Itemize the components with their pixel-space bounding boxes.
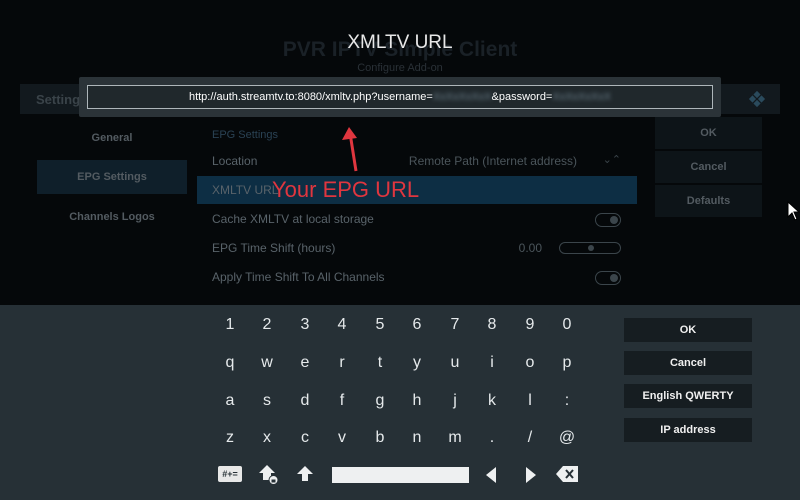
key-h[interactable]: h <box>398 392 436 410</box>
settings-defaults-button[interactable]: Defaults <box>655 185 762 217</box>
key-k[interactable]: k <box>473 392 511 410</box>
key-v[interactable]: v <box>323 429 361 447</box>
key-2[interactable]: 2 <box>248 316 286 334</box>
key-o[interactable]: o <box>511 354 549 372</box>
url-prefix: http://auth.streamtv.to:8080/xmltv.php?u… <box>188 91 433 103</box>
key-q[interactable]: q <box>211 354 249 372</box>
key-a[interactable]: a <box>211 392 249 410</box>
url-bar: http://auth.streamtv.to:8080/xmltv.php?u… <box>79 77 721 117</box>
dialog-title: XMLTV URL <box>347 32 453 53</box>
sidebar-item-epg-settings[interactable]: EPG Settings <box>37 160 187 194</box>
key-5[interactable]: 5 <box>361 316 399 334</box>
setting-row-cache-xmltv[interactable]: Cache XMLTV at local storage <box>197 205 637 233</box>
setting-label: Location <box>212 154 258 168</box>
key-x[interactable]: x <box>248 429 286 447</box>
setting-label: EPG Time Shift (hours) <box>212 241 336 255</box>
key-w[interactable]: w <box>248 354 286 372</box>
settings-cancel-button[interactable]: Cancel <box>655 151 762 183</box>
key-period[interactable]: . <box>473 429 511 447</box>
setting-label: Cache XMLTV at local storage <box>212 212 374 226</box>
annotation-arrow-icon <box>342 127 358 172</box>
key-d[interactable]: d <box>286 392 324 410</box>
sidebar-item-channels-logos[interactable]: Channels Logos <box>37 200 187 234</box>
setting-label: XMLTV URL <box>212 183 279 197</box>
key-z[interactable]: z <box>211 429 249 447</box>
key-e[interactable]: e <box>286 354 324 372</box>
setting-value: 0.00 <box>518 241 542 255</box>
key-4[interactable]: 4 <box>323 316 361 334</box>
key-3[interactable]: 3 <box>286 316 324 334</box>
right-arrow-icon[interactable] <box>525 467 537 483</box>
shift-icon[interactable] <box>296 465 314 483</box>
toggle-switch[interactable] <box>595 213 621 227</box>
key-b[interactable]: b <box>361 429 399 447</box>
caps-lock-icon[interactable] <box>258 464 280 486</box>
key-j[interactable]: j <box>436 392 474 410</box>
setting-value: Remote Path (Internet address) <box>408 154 577 168</box>
key-l[interactable]: l <box>511 392 549 410</box>
key-n[interactable]: n <box>398 429 436 447</box>
mouse-cursor-icon <box>787 201 800 221</box>
key-slash[interactable]: / <box>511 429 549 447</box>
key-i[interactable]: i <box>473 354 511 372</box>
space-key[interactable] <box>332 467 469 483</box>
key-c[interactable]: c <box>286 429 324 447</box>
section-label: EPG Settings <box>212 129 279 141</box>
key-at[interactable]: @ <box>548 429 586 447</box>
left-arrow-icon[interactable] <box>485 467 497 483</box>
key-6[interactable]: 6 <box>398 316 436 334</box>
key-0[interactable]: 0 <box>548 316 586 334</box>
key-f[interactable]: f <box>323 392 361 410</box>
time-shift-slider[interactable] <box>559 242 621 254</box>
settings-ok-button[interactable]: OK <box>655 117 762 149</box>
key-t[interactable]: t <box>361 354 399 372</box>
setting-label: Apply Time Shift To All Channels <box>212 270 385 284</box>
key-8[interactable]: 8 <box>473 316 511 334</box>
url-password-redacted: XxXxXxXxX <box>552 91 612 103</box>
key-7[interactable]: 7 <box>436 316 474 334</box>
kodi-logo-icon <box>748 90 766 108</box>
addon-subtitle: Configure Add-on <box>357 62 443 74</box>
setting-row-apply-time-shift[interactable]: Apply Time Shift To All Channels <box>197 263 637 291</box>
toggle-switch[interactable] <box>595 271 621 285</box>
backspace-icon[interactable] <box>556 466 578 482</box>
keyboard-cancel-button[interactable]: Cancel <box>624 351 752 375</box>
key-r[interactable]: r <box>323 354 361 372</box>
key-s[interactable]: s <box>248 392 286 410</box>
key-y[interactable]: y <box>398 354 436 372</box>
key-g[interactable]: g <box>361 392 399 410</box>
url-middle: &password= <box>491 91 553 103</box>
url-input[interactable]: http://auth.streamtv.to:8080/xmltv.php?u… <box>87 85 713 109</box>
key-colon[interactable]: : <box>548 392 586 410</box>
url-username-redacted: XxXxXxXxX <box>432 91 492 103</box>
annotation-label: Your EPG URL <box>272 177 420 202</box>
key-9[interactable]: 9 <box>511 316 549 334</box>
keyboard-ip-address-button[interactable]: IP address <box>624 418 752 442</box>
setting-row-epg-time-shift[interactable]: EPG Time Shift (hours) 0.00 <box>197 234 637 262</box>
chevron-down-icon: ⌄⌃ <box>602 154 621 166</box>
keyboard-ok-button[interactable]: OK <box>624 318 752 342</box>
key-m[interactable]: m <box>436 429 474 447</box>
setting-row-location[interactable]: Location Remote Path (Internet address) … <box>197 147 637 175</box>
key-1[interactable]: 1 <box>211 316 249 334</box>
symbols-key[interactable]: #+= <box>218 466 242 482</box>
key-u[interactable]: u <box>436 354 474 372</box>
key-p[interactable]: p <box>548 354 586 372</box>
sidebar-item-general[interactable]: General <box>37 121 187 155</box>
keyboard-layout-button[interactable]: English QWERTY <box>624 384 752 408</box>
